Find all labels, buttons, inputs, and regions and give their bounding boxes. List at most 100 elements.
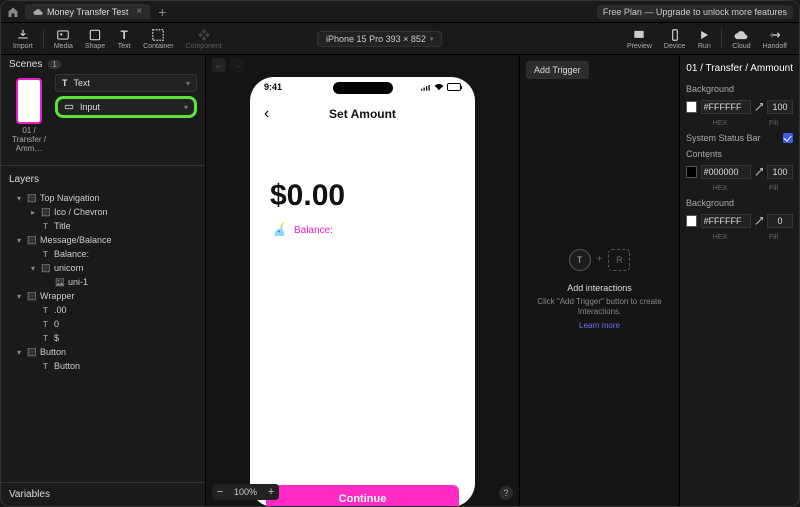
layer-type-icon [27,348,36,357]
layer-row[interactable]: TBalance: [1,247,205,261]
expand-arrow-icon[interactable]: ▸ [29,208,37,217]
dynamic-island [333,82,393,94]
expand-arrow-icon[interactable]: ▾ [15,194,23,203]
home-icon[interactable] [7,6,25,18]
import-button[interactable]: Import [7,28,39,50]
contents-color-swatch[interactable] [686,166,697,178]
layer-row[interactable]: T$ [1,331,205,345]
status-icons [421,83,461,91]
link-diagonal-icon[interactable] [755,102,764,112]
device-selector[interactable]: iPhone 15 Pro 393 × 852 ▾ [317,31,442,47]
continue-button[interactable]: Continue [266,485,459,506]
link-diagonal-icon[interactable] [755,216,764,226]
layer-label: uni-1 [68,277,88,287]
handoff-button[interactable]: Handoff [757,28,793,50]
layer-row[interactable]: ▾Top Navigation [1,191,205,205]
amount-display: $0.00 [250,131,475,221]
cloud-button[interactable]: Cloud [726,28,756,50]
layer-row[interactable]: uni-1 [1,275,205,289]
shape-button[interactable]: Shape [79,28,111,50]
layer-row[interactable]: ▸ Ico / Chevron [1,205,205,219]
layer-row[interactable]: T .00 [1,303,205,317]
expand-arrow-icon[interactable]: ▾ [15,348,23,357]
interactions-title: Add interactions [567,283,632,293]
layer-type-icon [27,236,36,245]
bg2-hex-input[interactable] [701,214,751,228]
layer-type-icon [27,292,36,301]
layer-label: Wrapper [40,291,74,301]
zoom-in-button[interactable]: + [263,484,279,500]
layer-label: Title [54,221,71,231]
wifi-icon [434,83,444,91]
balance-label: Balance: [294,225,333,236]
zoom-control[interactable]: − 100% + [212,484,279,500]
status-bar-toggle[interactable] [783,133,793,143]
layer-type-icon [27,194,36,203]
nav-back-button[interactable]: ← [212,58,226,72]
expand-arrow-icon[interactable]: ▾ [15,236,23,245]
status-bar-label: System Status Bar [686,133,761,143]
variables-section[interactable]: Variables [1,482,205,506]
layer-row[interactable]: T Title [1,219,205,233]
back-chevron-icon[interactable]: ‹ [264,105,269,123]
background2-label: Background [686,198,793,208]
help-button[interactable]: ? [499,486,513,500]
layers-label: Layers [1,170,205,189]
scenes-label: Scenes [9,59,42,70]
layer-row[interactable]: ▾ Message/Balance [1,233,205,247]
container-button[interactable]: Container [137,28,179,50]
trigger-response-diagram: T + R [569,249,631,271]
expand-arrow-icon[interactable]: ▾ [15,292,23,301]
layer-row[interactable]: TButton [1,359,205,373]
layer-type-icon: T [41,306,50,315]
inspector-heading: 01 / Transfer / Ammount [686,61,793,78]
bg-fill-input[interactable] [767,100,793,114]
layer-type-icon [41,208,50,217]
chevron-down-icon: ▾ [186,79,190,88]
battery-icon [447,83,461,91]
free-plan-banner[interactable]: Free Plan — Upgrade to unlock more featu… [597,5,793,19]
layer-type-icon: T [41,222,50,231]
device-preview-button[interactable]: Device [658,28,691,50]
layer-row[interactable]: T0 [1,317,205,331]
new-tab-button[interactable]: + [158,4,166,20]
layer-row[interactable]: ▾ unicorn [1,261,205,275]
contents-hex-input[interactable] [701,165,751,179]
bg2-color-swatch[interactable] [686,215,697,227]
nav-forward-button[interactable]: → [230,58,244,72]
run-button[interactable]: Run [691,28,717,50]
layer-label: Ico / Chevron [54,207,108,217]
document-tab[interactable]: Money Transfer Test × [25,4,150,19]
chevron-down-icon: ▾ [184,103,188,112]
signal-icon [421,84,431,91]
bg2-fill-input[interactable] [767,214,793,228]
insert-text-dropdown[interactable]: T Text ▾ [55,74,197,92]
interactions-subtitle: Click "Add Trigger" button to create Int… [526,297,673,318]
scene-thumbnail[interactable] [16,78,42,124]
text-button[interactable]: T Text [111,28,137,50]
layer-label: unicorn [54,263,84,273]
link-diagonal-icon[interactable] [755,167,764,177]
bg-color-swatch[interactable] [686,101,697,113]
preview-button[interactable]: Preview [621,28,658,50]
layer-row[interactable]: ▾Button [1,345,205,359]
zoom-out-button[interactable]: − [212,484,228,500]
layer-type-icon [55,278,64,287]
layer-row[interactable]: ▾ Wrapper [1,289,205,303]
layer-label: Message/Balance [40,235,112,245]
learn-more-link[interactable]: Learn more [579,321,620,330]
unicorn-icon [270,221,288,239]
contents-label: Contents [686,149,793,159]
media-button[interactable]: Media [48,28,79,50]
contents-fill-input[interactable] [767,165,793,179]
bg-hex-input[interactable] [701,100,751,114]
layer-type-icon: T [41,250,50,259]
layer-label: $ [54,333,59,343]
add-trigger-button[interactable]: Add Trigger [526,61,589,79]
close-tab-icon[interactable]: × [136,6,142,17]
layer-label: .00 [54,305,67,315]
insert-input-dropdown[interactable]: Input ▾ [55,96,197,118]
phone-frame[interactable]: 9:41 ‹ Set Amount $0.00 [250,77,475,506]
expand-arrow-icon[interactable]: ▾ [29,264,37,273]
layer-type-icon: T [41,334,50,343]
